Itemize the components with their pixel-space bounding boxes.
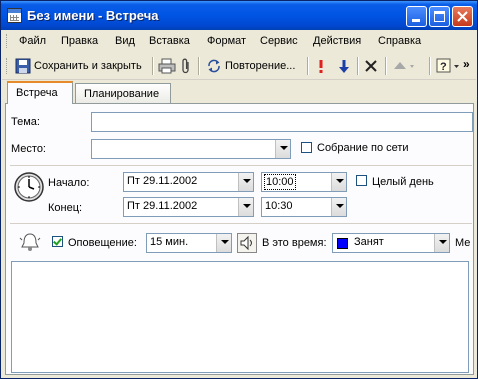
print-button[interactable]	[158, 57, 176, 75]
chevron-down-icon[interactable]	[216, 234, 231, 252]
all-day-label: Целый день	[372, 176, 434, 188]
toolbar-grip[interactable]	[6, 58, 10, 74]
start-label: Начало:	[48, 177, 90, 189]
online-meeting-label: Собрание по сети	[317, 142, 409, 154]
reminder-label: Оповещение:	[68, 237, 137, 249]
svg-text:?: ?	[440, 61, 447, 73]
recurrence-icon	[208, 59, 220, 73]
end-time-combo[interactable]: 10:30	[261, 197, 347, 217]
help-button[interactable]: ?	[436, 57, 462, 75]
close-icon	[457, 11, 468, 22]
maximize-button[interactable]	[429, 6, 450, 27]
chevron-down-icon[interactable]	[275, 140, 290, 158]
previous-item-button[interactable]	[392, 57, 416, 75]
toolbar-separator	[429, 57, 431, 75]
menu-insert[interactable]: Вставка	[149, 35, 190, 47]
start-time-combo[interactable]: 10:00	[261, 172, 347, 192]
tab-scheduling-label: Планирование	[84, 88, 160, 100]
location-label: Место:	[11, 143, 46, 155]
calendar-icon	[7, 8, 22, 23]
subject-input[interactable]	[91, 112, 473, 132]
subject-label: Тема:	[11, 116, 40, 128]
toolbar-overflow-button[interactable]: »	[463, 55, 470, 73]
toolbar-separator	[198, 57, 200, 75]
attach-button[interactable]	[180, 57, 192, 75]
location-combo[interactable]	[91, 139, 291, 159]
notes-textarea[interactable]	[11, 261, 469, 373]
save-close-button[interactable]: Сохранить и закрыть	[15, 57, 142, 75]
minimize-button[interactable]	[406, 6, 427, 27]
appointment-window: Без имени - Встреча Файл Правка Вид Вста…	[0, 0, 478, 379]
show-as-label: В это время:	[262, 237, 327, 249]
start-date-combo[interactable]: Пт 29.11.2002	[123, 172, 254, 192]
show-as-combo[interactable]: Занят	[332, 233, 450, 253]
reminder-checkbox[interactable]	[52, 236, 63, 247]
importance-low-button[interactable]	[338, 57, 350, 75]
divider	[10, 165, 472, 166]
speaker-icon	[240, 235, 252, 251]
menu-format[interactable]: Формат	[207, 35, 246, 47]
maximize-icon	[434, 11, 445, 22]
exclamation-icon	[319, 60, 323, 73]
menu-tools[interactable]: Сервис	[260, 35, 298, 47]
chevron-down-icon[interactable]	[331, 198, 346, 216]
start-date-value: Пт 29.11.2002	[127, 175, 198, 187]
toolbar-separator	[357, 57, 359, 75]
show-as-value: Занят	[354, 236, 384, 248]
window-title: Без имени - Встреча	[27, 8, 159, 23]
toolbar: Сохранить и закрыть Повторение... ? »	[2, 53, 476, 80]
toolbar-separator	[307, 57, 309, 75]
printer-icon	[158, 58, 176, 74]
menu-bar: Файл Правка Вид Вставка Формат Сервис Де…	[2, 31, 476, 51]
arrow-up-icon	[394, 62, 414, 69]
save-close-label: Сохранить и закрыть	[34, 60, 142, 72]
recurrence-button[interactable]: Повторение...	[206, 57, 295, 75]
tab-appointment-label: Встреча	[16, 87, 58, 99]
clock-icon	[14, 172, 44, 202]
help-icon: ?	[436, 58, 459, 73]
menu-help[interactable]: Справка	[378, 35, 421, 47]
menu-file[interactable]: Файл	[19, 35, 46, 47]
paperclip-icon	[182, 58, 189, 74]
delete-button[interactable]	[364, 57, 378, 75]
divider	[10, 223, 472, 224]
toolbar-separator	[152, 57, 154, 75]
toolbar-separator	[385, 57, 387, 75]
label-field-label: Ме	[455, 237, 471, 249]
end-time-value: 10:30	[265, 200, 293, 212]
save-icon	[15, 58, 31, 74]
busy-color-swatch	[337, 238, 348, 249]
online-meeting-checkbox[interactable]	[301, 142, 312, 153]
chevron-down-icon[interactable]	[238, 173, 253, 191]
reminder-sound-button[interactable]	[237, 233, 257, 253]
tab-strip: Встреча Планирование	[2, 81, 476, 104]
delete-icon	[365, 60, 377, 72]
end-label: Конец:	[48, 202, 83, 214]
chevron-down-icon[interactable]	[434, 234, 449, 252]
menu-grip[interactable]	[6, 34, 10, 48]
chevron-down-icon[interactable]	[238, 198, 253, 216]
tab-scheduling[interactable]: Планирование	[75, 83, 171, 103]
close-button[interactable]	[452, 6, 473, 27]
tab-appointment[interactable]: Встреча	[7, 81, 73, 104]
reminder-combo[interactable]: 15 мин.	[146, 233, 232, 253]
menu-actions[interactable]: Действия	[313, 35, 361, 47]
importance-high-button[interactable]	[317, 57, 325, 75]
start-time-value: 10:00	[264, 174, 296, 190]
arrow-down-icon	[339, 60, 349, 73]
menu-edit[interactable]: Правка	[61, 35, 98, 47]
chevron-down-icon[interactable]	[331, 173, 346, 191]
minimize-icon	[412, 19, 420, 22]
end-date-combo[interactable]: Пт 29.11.2002	[123, 197, 254, 217]
end-date-value: Пт 29.11.2002	[127, 200, 198, 212]
menu-view[interactable]: Вид	[115, 35, 135, 47]
reminder-value: 15 мин.	[150, 236, 189, 248]
recurrence-label: Повторение...	[225, 60, 296, 72]
title-bar[interactable]: Без имени - Встреча	[1, 1, 477, 30]
all-day-checkbox[interactable]	[356, 175, 367, 186]
bell-icon	[19, 233, 41, 251]
